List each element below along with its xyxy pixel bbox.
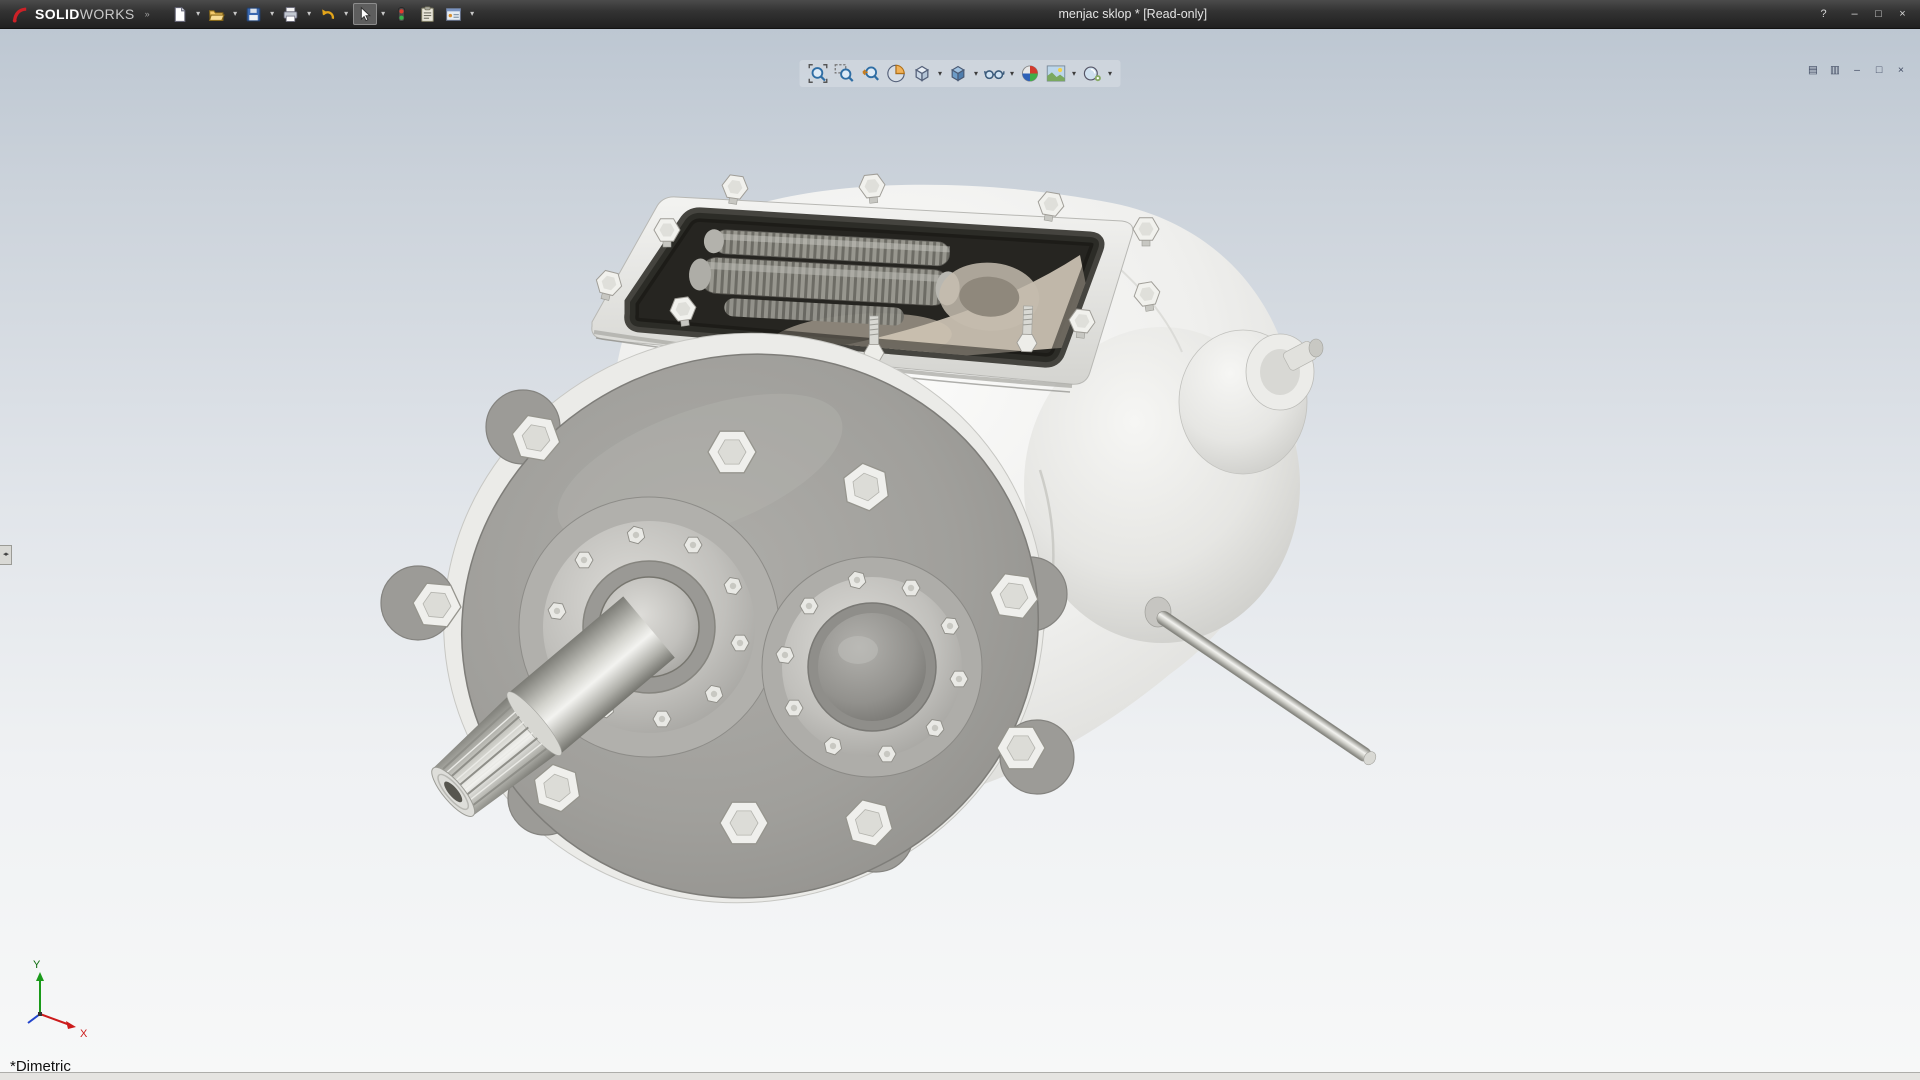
hide-show-items-dropdown-arrow[interactable]: ▾ bbox=[1008, 69, 1017, 78]
status-bar bbox=[0, 1072, 1920, 1080]
y-axis-label: Y bbox=[33, 959, 41, 971]
display-style-button[interactable] bbox=[946, 61, 971, 86]
tile-windows-button[interactable]: ▤ bbox=[1804, 62, 1822, 78]
undo-dropdown-arrow[interactable]: ▾ bbox=[342, 3, 351, 25]
section-view-icon bbox=[886, 63, 907, 84]
save-icon bbox=[245, 6, 262, 23]
x-axis-arrow bbox=[66, 1021, 76, 1029]
view-settings-icon bbox=[1082, 63, 1103, 84]
rear-shaft-stub bbox=[1309, 339, 1323, 357]
help-button[interactable]: ? bbox=[1814, 6, 1833, 23]
main-toolbar: ▾ ▾ ▾ ▾ ▾ ▾ ▾ bbox=[168, 3, 477, 25]
edit-appearance-icon bbox=[1020, 63, 1041, 84]
brand-solid: SOLID bbox=[35, 6, 80, 22]
section-view-button[interactable] bbox=[884, 61, 909, 86]
open-document-dropdown-arrow[interactable]: ▾ bbox=[231, 3, 240, 25]
rebuild-button[interactable] bbox=[390, 3, 414, 25]
ds-logo-icon bbox=[10, 4, 30, 24]
solidworks-window: { "window": { "brand": { "solid": "SOLID… bbox=[0, 0, 1920, 1080]
options-dropdown-arrow[interactable]: ▾ bbox=[468, 3, 477, 25]
split-window-button[interactable]: ▥ bbox=[1826, 62, 1844, 78]
y-axis-arrow bbox=[36, 972, 44, 981]
print-dropdown-arrow[interactable]: ▾ bbox=[305, 3, 314, 25]
options-button[interactable] bbox=[442, 3, 466, 25]
rebuild-icon bbox=[393, 6, 410, 23]
minimize-button[interactable]: – bbox=[1845, 6, 1864, 23]
select-icon bbox=[356, 6, 373, 23]
view-orientation-icon bbox=[912, 63, 933, 84]
window-controls: ?–□ × bbox=[1814, 0, 1912, 28]
document-window-controls: ▤▥–□× bbox=[1804, 62, 1910, 78]
window-title: menjac sklop * [Read-only] bbox=[1058, 7, 1207, 21]
view-orientation-label: *Dimetric bbox=[10, 1058, 71, 1075]
file-properties-icon bbox=[419, 6, 436, 23]
end-cylinder[interactable] bbox=[1179, 330, 1323, 474]
display-style-icon bbox=[948, 63, 969, 84]
zoom-to-fit-button[interactable] bbox=[806, 61, 831, 86]
zoom-to-area-icon bbox=[834, 63, 855, 84]
close-document-button[interactable]: × bbox=[1892, 62, 1910, 78]
solidworks-logo: SOLIDWORKS bbox=[0, 4, 143, 24]
select-dropdown-arrow[interactable]: ▾ bbox=[379, 3, 388, 25]
brand-works: WORKS bbox=[80, 6, 135, 22]
view-orientation-button[interactable] bbox=[910, 61, 935, 86]
print-icon bbox=[282, 6, 299, 23]
hide-show-items-icon bbox=[984, 63, 1005, 84]
zoom-to-area-button[interactable] bbox=[832, 61, 857, 86]
undo-icon bbox=[319, 6, 336, 23]
file-properties-button[interactable] bbox=[416, 3, 440, 25]
edit-appearance-button[interactable] bbox=[1018, 61, 1043, 86]
view-settings-button[interactable] bbox=[1080, 61, 1105, 86]
graphics-area[interactable]: Y X ▾ ▾ ▾ ▾ ▾ ▤▥–□× bbox=[0, 29, 1920, 1072]
reference-triad: Y X bbox=[28, 959, 88, 1040]
new-document-dropdown-arrow[interactable]: ▾ bbox=[194, 3, 203, 25]
zoom-to-fit-icon bbox=[808, 63, 829, 84]
save-button[interactable] bbox=[242, 3, 266, 25]
x-axis-label: X bbox=[80, 1028, 88, 1040]
view-orientation-dropdown-arrow[interactable]: ▾ bbox=[936, 69, 945, 78]
bearing-cover[interactable] bbox=[762, 557, 982, 777]
open-document-button[interactable] bbox=[205, 3, 229, 25]
panel-splitter[interactable]: ◂▸ bbox=[0, 545, 12, 565]
brand-text: SOLIDWORKS bbox=[35, 6, 135, 22]
print-button[interactable] bbox=[279, 3, 303, 25]
minimize-document-button[interactable]: – bbox=[1848, 62, 1866, 78]
new-document-icon bbox=[171, 6, 188, 23]
apply-scene-icon bbox=[1046, 63, 1067, 84]
apply-scene-dropdown-arrow[interactable]: ▾ bbox=[1070, 69, 1079, 78]
display-style-dropdown-arrow[interactable]: ▾ bbox=[972, 69, 981, 78]
restore-document-button[interactable]: □ bbox=[1870, 62, 1888, 78]
select-button[interactable] bbox=[353, 3, 377, 25]
view-settings-dropdown-arrow[interactable]: ▾ bbox=[1106, 69, 1115, 78]
menu-flyout-arrow[interactable]: » bbox=[143, 9, 158, 19]
apply-scene-button[interactable] bbox=[1044, 61, 1069, 86]
options-icon bbox=[445, 6, 462, 23]
3d-scene[interactable]: Y X bbox=[0, 29, 1920, 1072]
undo-button[interactable] bbox=[316, 3, 340, 25]
restore-button[interactable]: □ bbox=[1869, 6, 1888, 23]
previous-view-icon bbox=[860, 63, 881, 84]
open-document-icon bbox=[208, 6, 225, 23]
gearbox-model[interactable] bbox=[381, 173, 1378, 958]
headsup-view-toolbar: ▾ ▾ ▾ ▾ ▾ bbox=[800, 60, 1121, 87]
title-bar[interactable]: SOLIDWORKS » ▾ ▾ ▾ ▾ ▾ ▾ ▾ menjac sklop * [Rea… bbox=[0, 0, 1920, 29]
new-document-button[interactable] bbox=[168, 3, 192, 25]
output-shaft[interactable] bbox=[1145, 597, 1378, 767]
save-dropdown-arrow[interactable]: ▾ bbox=[268, 3, 277, 25]
previous-view-button[interactable] bbox=[858, 61, 883, 86]
hide-show-items-button[interactable] bbox=[982, 61, 1007, 86]
close-button[interactable]: × bbox=[1893, 6, 1912, 23]
